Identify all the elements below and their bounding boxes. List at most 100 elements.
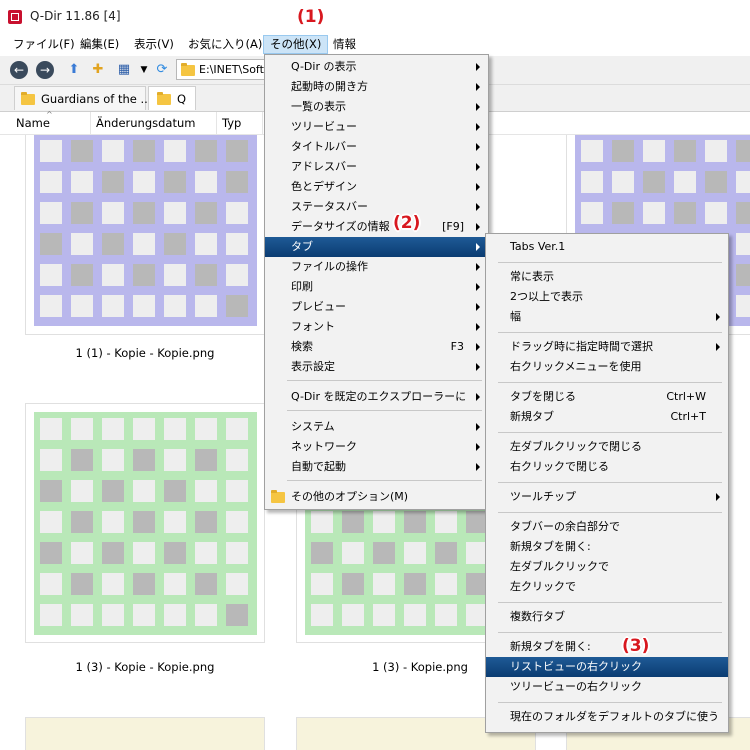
menu-item[interactable]: リストビューの右クリック [486,657,728,677]
menu-view[interactable]: 表示(V) [128,36,180,53]
menu-item[interactable]: 右クリックで閉じる [486,457,728,477]
folder-icon [157,92,171,105]
chevron-down-icon[interactable]: ▼ [136,62,152,78]
column-name[interactable]: Name [16,116,50,130]
pixel-cell [612,202,634,224]
menu-item[interactable]: 2つ以上で表示 [486,287,728,307]
column-divider[interactable] [262,112,263,134]
pixel-cell [102,449,124,471]
thumbnail-item[interactable] [25,717,265,750]
menu-item[interactable]: 新規タブを開く: [486,637,728,657]
menu-file[interactable]: ファイル(F) [7,36,81,53]
menu-item[interactable]: 一覧の表示 [265,97,488,117]
menu-item[interactable]: Q-Dir を既定のエクスプローラーに [265,387,488,407]
pixel-cell [40,573,62,595]
menu-item[interactable]: 左ダブルクリックで [486,557,728,577]
tab-guardians[interactable]: Guardians of the ... [14,86,152,110]
up-folder-icon[interactable]: ⬆ [66,62,82,78]
column-date[interactable]: Änderungsdatum [96,116,195,130]
menu-item[interactable]: データサイズの情報 [F9] [265,217,488,237]
view-grid-icon[interactable]: ▦ [116,62,132,78]
thumbnail-item[interactable] [25,135,265,335]
menu-item[interactable]: フォント [265,317,488,337]
pixel-cell [40,171,62,193]
menu-item[interactable]: その他のオプション(M) [265,487,488,507]
menu-item[interactable]: ファイルの操作 [265,257,488,277]
menu-item[interactable]: Tabs Ver.1 [486,237,728,257]
menu-item-label: その他のオプション(M) [291,490,409,503]
pixel-cell [195,202,217,224]
pixel-cell [102,480,124,502]
menu-item[interactable]: 新規タブを開く: [486,537,728,557]
menu-item[interactable]: 常に表示 [486,267,728,287]
refresh-icon[interactable]: ⟳ [154,62,170,78]
menu-item[interactable]: プレビュー [265,297,488,317]
pixel-cell [373,573,395,595]
pixel-cell [164,480,186,502]
menu-item[interactable]: 新規タブ Ctrl+T [486,407,728,427]
menu-item[interactable]: ドラッグ時に指定時間で選択 [486,337,728,357]
menu-item[interactable]: システム [265,417,488,437]
menu-item[interactable]: 複数行タブ [486,607,728,627]
back-icon[interactable]: ← [10,61,28,79]
pixel-cell [164,573,186,595]
tab-label: Q [177,92,187,106]
menu-item[interactable]: 起動時の開き方 [265,77,488,97]
forward-icon[interactable]: → [36,61,54,79]
menu-info[interactable]: 情報 [327,36,362,53]
menu-item[interactable]: タブバーの余白部分で [486,517,728,537]
tab-q[interactable]: Q [148,86,196,110]
menu-item-shortcut: [F9] [442,220,464,233]
menu-other[interactable]: その他(X) [262,35,329,54]
pixel-cell [195,233,217,255]
new-folder-icon[interactable]: ✚ [90,62,106,78]
pixel-cell [40,449,62,471]
menu-item-shortcut: Ctrl+W [666,390,706,403]
address-text[interactable]: E:\INET\Soft [199,63,264,76]
menu-item-label: 表示設定 [291,360,335,373]
pixel-cell [164,295,186,317]
menu-item[interactable]: 現在のフォルダをデフォルトのタブに使う [486,707,728,727]
menu-item[interactable]: 右クリックメニューを使用 [486,357,728,377]
menu-item[interactable]: 幅 [486,307,728,327]
menu-item[interactable]: タブを閉じる Ctrl+W [486,387,728,407]
menu-item[interactable]: 検索 F3 [265,337,488,357]
menu-item[interactable]: タイトルバー [265,137,488,157]
menu-item-label: 右クリックメニューを使用 [510,360,642,373]
column-divider[interactable] [90,112,91,134]
menu-item-label: 左クリックで [510,580,576,593]
column-type[interactable]: Typ [222,116,241,130]
menu-item[interactable]: 自動で起動 [265,457,488,477]
thumbnail-label[interactable]: 1 (1) - Kopie - Kopie.png [25,346,265,360]
menu-item[interactable]: 表示設定 [265,357,488,377]
thumbnail-item[interactable] [25,403,265,643]
menu-separator [498,332,722,333]
menu-item[interactable]: ステータスバー [265,197,488,217]
column-divider[interactable] [216,112,217,134]
menu-item[interactable]: タブ [265,237,488,257]
menu-item[interactable]: ネットワーク [265,437,488,457]
menu-favorites[interactable]: お気に入り(A) [182,36,268,53]
menu-item[interactable]: Q-Dir の表示 [265,57,488,77]
menu-item-label: タブバーの余白部分で [510,520,620,533]
menu-item[interactable]: アドレスバー [265,157,488,177]
menu-item[interactable]: ツールチップ [486,487,728,507]
pixel-cell [133,511,155,533]
menu-item[interactable]: 左ダブルクリックで閉じる [486,437,728,457]
menu-edit[interactable]: 編集(E) [74,36,125,53]
pixel-cell [133,264,155,286]
menu-item-label: ツリービューの右クリック [510,680,642,693]
menu-item[interactable]: 色とデザイン [265,177,488,197]
pixel-cell [435,542,457,564]
menu-item[interactable]: 左クリックで [486,577,728,597]
pixel-cell [643,171,665,193]
submenu-arrow-icon [476,183,480,191]
pixel-cell [736,171,750,193]
menu-item[interactable]: ツリービューの右クリック [486,677,728,697]
menu-item[interactable]: 印刷 [265,277,488,297]
menu-item[interactable]: ツリービュー [265,117,488,137]
pixel-cell [674,202,696,224]
submenu-arrow-icon [476,223,480,231]
thumbnail-label[interactable]: 1 (3) - Kopie - Kopie.png [25,660,265,674]
pixel-cell [164,264,186,286]
